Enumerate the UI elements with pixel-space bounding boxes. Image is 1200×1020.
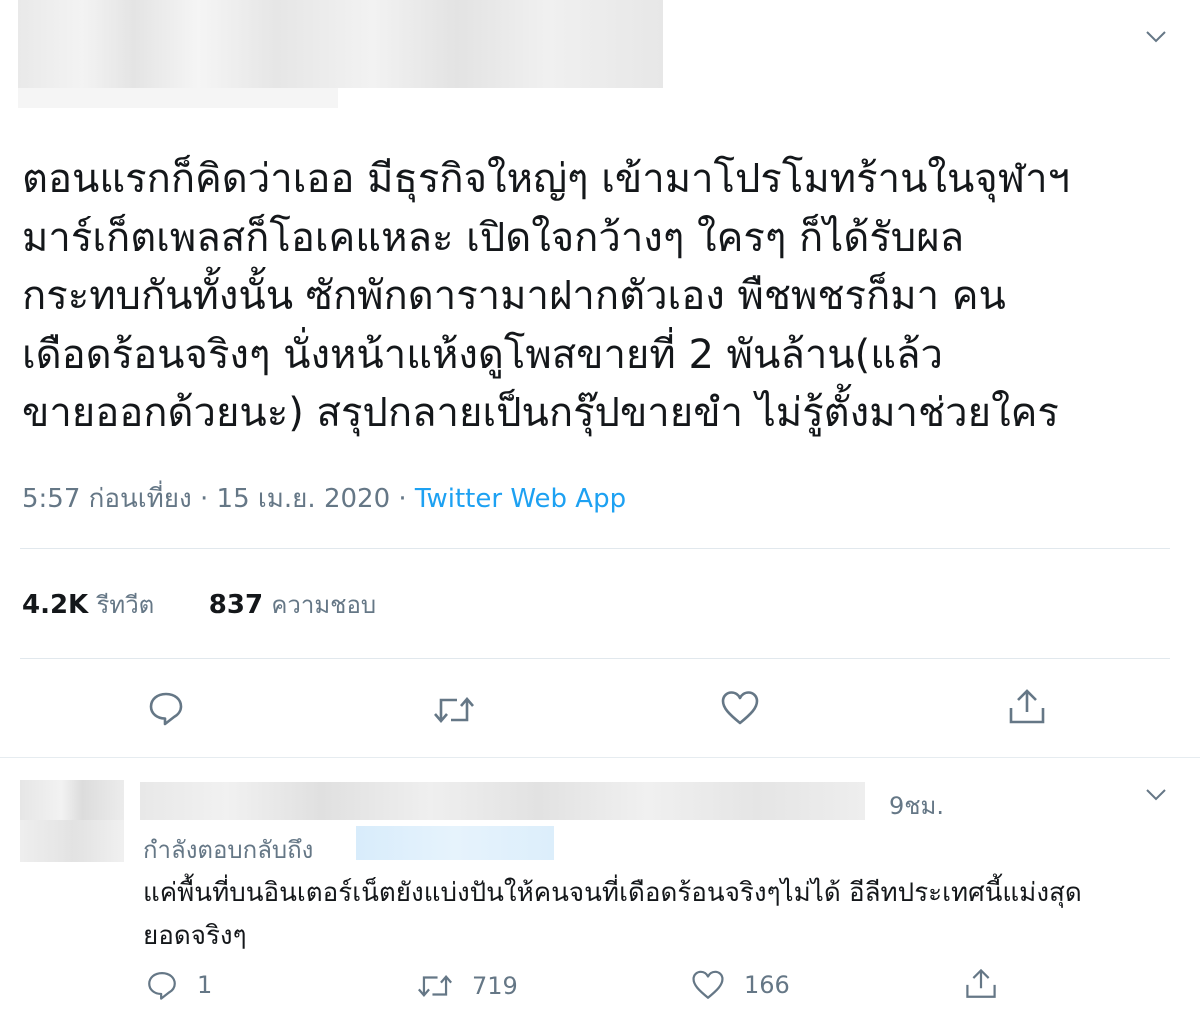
heart-icon — [721, 691, 759, 725]
retweets-stat[interactable]: 4.2K รีทวีต — [22, 590, 154, 620]
reply-count: 1 — [197, 971, 213, 999]
like-button[interactable] — [719, 688, 761, 728]
retweet-count: 719 — [472, 972, 518, 1000]
share-icon — [966, 968, 996, 998]
share-icon — [1009, 689, 1045, 724]
share-button[interactable] — [1007, 686, 1047, 728]
tweet-time[interactable]: 5:57 ก่อนเที่ยง — [22, 484, 192, 514]
retweet-icon — [418, 974, 452, 998]
reply-icon — [149, 692, 183, 726]
separator: · — [390, 484, 415, 514]
retweet-button[interactable] — [432, 690, 476, 730]
tweet-text: ตอนแรกก็คิดว่าเออ มีธุรกิจใหญ่ๆ เข้ามาโป… — [22, 156, 1070, 436]
reply-reply-button[interactable]: 1 — [145, 968, 212, 1002]
heart-icon — [692, 970, 724, 999]
divider — [20, 548, 1170, 549]
reply-button[interactable] — [146, 688, 186, 728]
likes-stat[interactable]: 837 ความชอบ — [209, 590, 376, 620]
divider — [0, 757, 1200, 758]
chevron-down-icon[interactable] — [1142, 23, 1170, 51]
likes-count: 837 — [208, 590, 264, 620]
chevron-down-icon[interactable] — [1142, 781, 1170, 809]
replying-to-handle-redacted[interactable] — [356, 826, 554, 860]
reply-retweet-button[interactable]: 719 — [416, 969, 518, 1003]
replying-to-label: กำลังตอบกลับถึง — [143, 836, 314, 864]
retweet-icon — [434, 697, 474, 723]
separator: · — [191, 484, 217, 514]
retweets-label: รีทวีต — [96, 591, 155, 619]
tweet-meta: 5:57 ก่อนเที่ยง · 15 เม.ย. 2020 · Twitte… — [22, 478, 626, 519]
tweet-date[interactable]: 15 เม.ย. 2020 — [217, 484, 391, 514]
retweets-count: 4.2K — [22, 590, 89, 620]
reply-icon — [148, 971, 176, 1000]
reply-share-button[interactable] — [964, 966, 998, 1002]
likes-label: ความชอบ — [271, 591, 377, 619]
reply-text: แค่พื้นที่บนอินเตอร์เน็ตยังแบ่งปันให้คนจ… — [143, 878, 1082, 951]
reply-time[interactable]: 9ชม. — [889, 786, 944, 825]
tweet-source-link[interactable]: Twitter Web App — [415, 484, 626, 514]
like-count: 166 — [744, 971, 790, 999]
divider — [20, 658, 1170, 659]
reply-author-redacted — [140, 782, 865, 820]
reply-like-button[interactable]: 166 — [690, 968, 790, 1002]
tweet-stats: 4.2K รีทวีต 837 ความชอบ — [22, 585, 376, 624]
